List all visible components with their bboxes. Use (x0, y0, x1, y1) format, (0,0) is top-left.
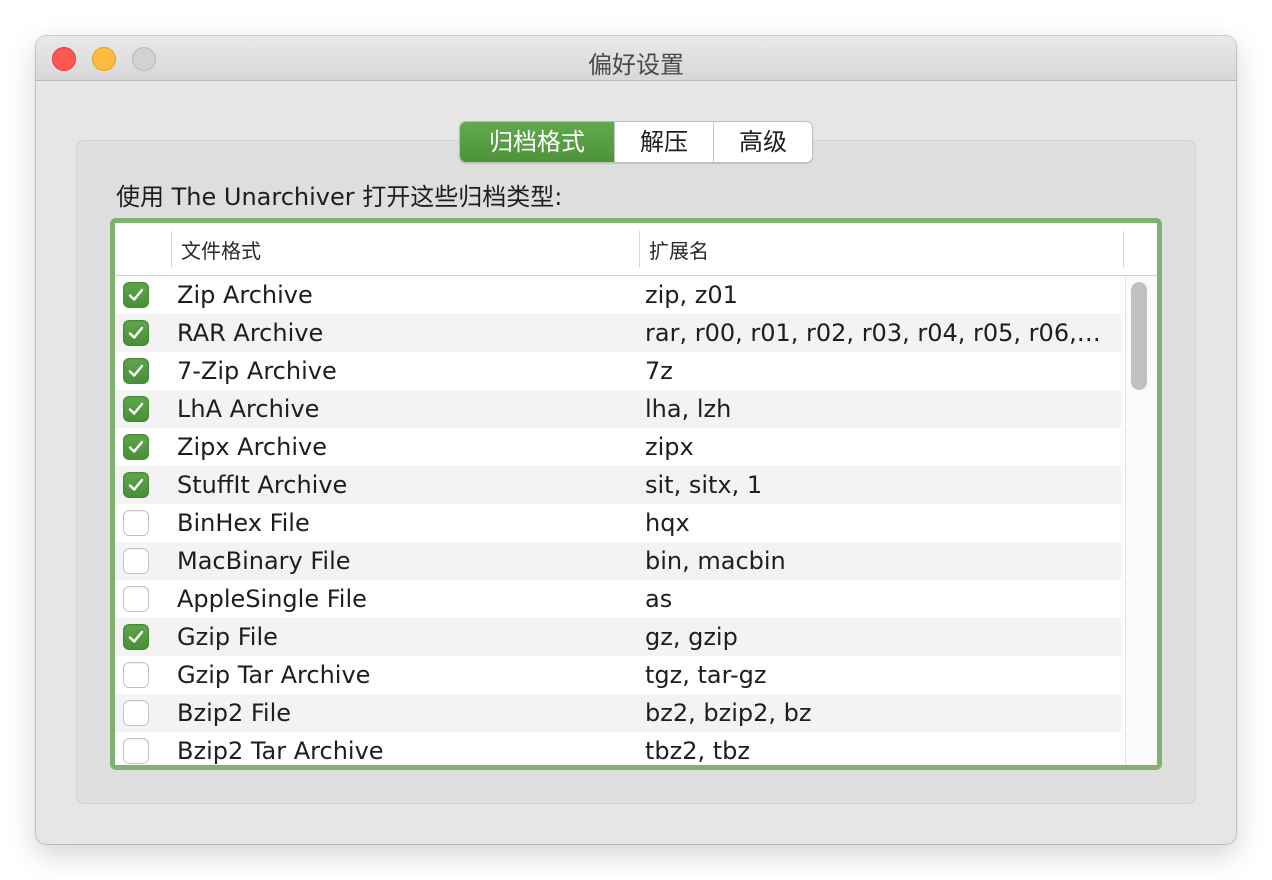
preferences-window: 偏好设置 归档格式 解压 高级 使用 The Unarchiver 打开这些归档… (36, 36, 1236, 844)
format-extensions: rar, r00, r01, r02, r03, r04, r05, r06,… (645, 319, 1101, 347)
format-extensions: tbz2, tbz (645, 737, 751, 765)
checkmark-icon (128, 440, 144, 453)
format-checkbox[interactable] (123, 624, 149, 650)
table-row[interactable]: AppleSingle File as (115, 580, 1121, 618)
format-checkbox[interactable] (123, 586, 149, 612)
column-divider[interactable] (639, 231, 640, 267)
table-row[interactable]: Gzip File gz, gzip (115, 618, 1121, 656)
format-extensions: as (645, 585, 673, 613)
formats-table: 文件格式 扩展名 Zip Archive zip, z01 RAR Archive r… (110, 218, 1162, 770)
format-name: BinHex File (177, 509, 310, 537)
checkmark-icon (128, 326, 144, 339)
column-header-format[interactable]: 文件格式 (181, 235, 261, 264)
tab-extraction[interactable]: 解压 (614, 122, 713, 162)
format-extensions: 7z (645, 357, 673, 385)
format-name: Zipx Archive (177, 433, 327, 461)
format-extensions: zip, z01 (645, 281, 738, 309)
column-header-extension[interactable]: 扩展名 (649, 235, 709, 264)
format-name: StuffIt Archive (177, 471, 348, 499)
checkmark-icon (128, 630, 144, 643)
window-title: 偏好设置 (588, 51, 684, 79)
format-checkbox[interactable] (123, 738, 149, 764)
checkmark-icon (128, 288, 144, 301)
format-name: AppleSingle File (177, 585, 367, 613)
format-name: Gzip Tar Archive (177, 661, 371, 689)
table-row[interactable]: Bzip2 Tar Archive tbz2, tbz (115, 732, 1121, 765)
format-checkbox[interactable] (123, 662, 149, 688)
table-row[interactable]: Gzip Tar Archive tgz, tar-gz (115, 656, 1121, 694)
format-name: Bzip2 Tar Archive (177, 737, 384, 765)
format-checkbox[interactable] (123, 282, 149, 308)
format-extensions: hqx (645, 509, 690, 537)
table-row[interactable]: Zip Archive zip, z01 (115, 276, 1121, 314)
format-checkbox[interactable] (123, 510, 149, 536)
table-row[interactable]: MacBinary File bin, macbin (115, 542, 1121, 580)
table-row[interactable]: StuffIt Archive sit, sitx, 1 (115, 466, 1121, 504)
format-checkbox[interactable] (123, 472, 149, 498)
format-extensions: gz, gzip (645, 623, 738, 651)
format-name: MacBinary File (177, 547, 351, 575)
checkmark-icon (128, 402, 144, 415)
format-name: Gzip File (177, 623, 278, 651)
table-rows: Zip Archive zip, z01 RAR Archive rar, r00, … (115, 276, 1121, 765)
format-extensions: lha, lzh (645, 395, 732, 423)
format-name: LhA Archive (177, 395, 320, 423)
column-divider (1123, 231, 1124, 267)
tab-archive-formats[interactable]: 归档格式 (460, 122, 614, 162)
table-row[interactable]: RAR Archive rar, r00, r01, r02, r03, r04,… (115, 314, 1121, 352)
format-checkbox[interactable] (123, 434, 149, 460)
format-name: Zip Archive (177, 281, 313, 309)
checkmark-icon (128, 364, 144, 377)
column-divider[interactable] (171, 231, 172, 267)
table-row[interactable]: 7-Zip Archive 7z (115, 352, 1121, 390)
format-checkbox[interactable] (123, 358, 149, 384)
format-checkbox[interactable] (123, 548, 149, 574)
title-bar: 偏好设置 (36, 36, 1236, 81)
format-checkbox[interactable] (123, 700, 149, 726)
table-row[interactable]: Zipx Archive zipx (115, 428, 1121, 466)
format-extensions: zipx (645, 433, 694, 461)
format-name: RAR Archive (177, 319, 324, 347)
checkmark-icon (128, 478, 144, 491)
table-header: 文件格式 扩展名 (115, 223, 1157, 276)
tab-advanced[interactable]: 高级 (713, 122, 812, 162)
format-extensions: tgz, tar-gz (645, 661, 767, 689)
format-checkbox[interactable] (123, 396, 149, 422)
format-extensions: bin, macbin (645, 547, 786, 575)
format-extensions: bz2, bzip2, bz (645, 699, 812, 727)
format-checkbox[interactable] (123, 320, 149, 346)
format-extensions: sit, sitx, 1 (645, 471, 763, 499)
table-row[interactable]: LhA Archive lha, lzh (115, 390, 1121, 428)
format-name: 7-Zip Archive (177, 357, 337, 385)
formats-prompt: 使用 The Unarchiver 打开这些归档类型: (116, 183, 563, 211)
table-row[interactable]: Bzip2 File bz2, bzip2, bz (115, 694, 1121, 732)
scrollbar-thumb[interactable] (1131, 282, 1147, 390)
tab-bar: 归档格式 解压 高级 (459, 121, 813, 163)
table-row[interactable]: BinHex File hqx (115, 504, 1121, 542)
format-name: Bzip2 File (177, 699, 292, 727)
